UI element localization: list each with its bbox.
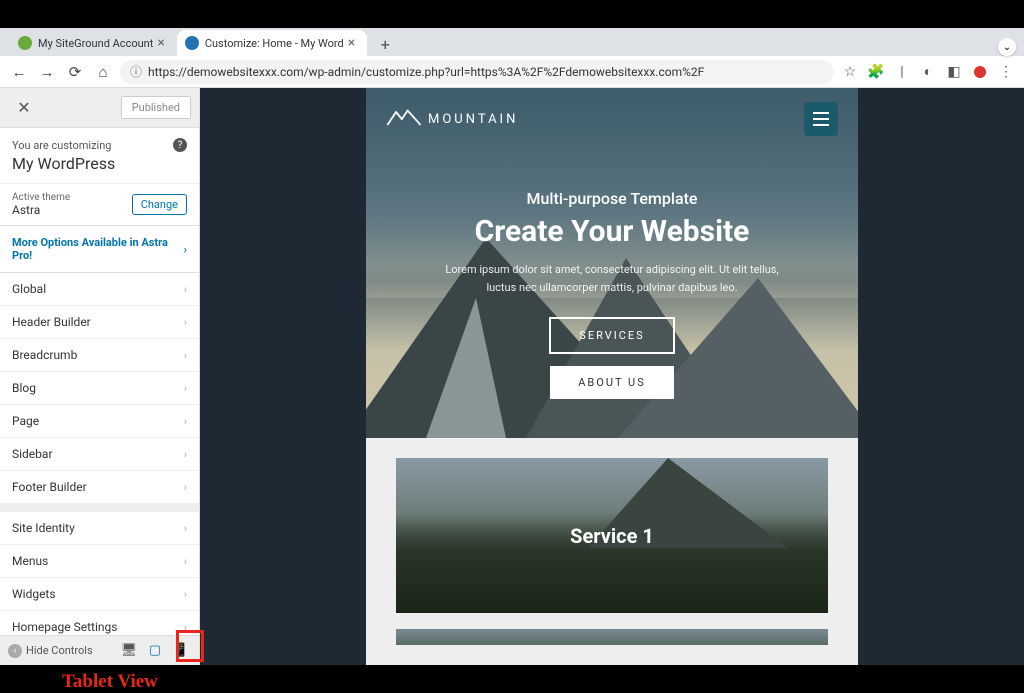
customizer-sidebar: ✕ Published You are customizing ? My Wor…	[0, 88, 200, 665]
chevron-right-icon: ›	[184, 382, 187, 395]
forward-button[interactable]: →	[36, 61, 58, 83]
chevron-right-icon: ›	[184, 555, 187, 568]
publish-button[interactable]: Published	[121, 96, 191, 119]
mountain-logo-icon	[386, 107, 422, 131]
tablet-preview[interactable]: MOUNTAIN Multi-purpose Template Create Y…	[366, 88, 858, 665]
panel-breadcrumb[interactable]: Breadcrumb›	[0, 339, 199, 372]
ext1-icon[interactable]: ◐	[918, 62, 938, 82]
logo-text: MOUNTAIN	[428, 112, 518, 127]
chevron-right-icon: ›	[184, 283, 187, 296]
sidebar-footer: ‹ Hide Controls 🖥 ▢ 📱	[0, 635, 199, 665]
customizing-label: You are customizing	[12, 139, 111, 152]
device-desktop-button[interactable]: 🖥	[119, 641, 139, 661]
hide-controls-button[interactable]: ‹ Hide Controls	[8, 644, 113, 658]
chevron-right-icon: ›	[184, 481, 187, 494]
services-section: Service 1	[366, 438, 858, 665]
customize-info: You are customizing ? My WordPress	[0, 128, 199, 183]
panel-site-identity[interactable]: Site Identity›	[0, 512, 199, 545]
new-tab-button[interactable]: +	[373, 32, 397, 56]
device-mobile-button[interactable]: 📱	[171, 641, 191, 661]
panel-header-builder[interactable]: Header Builder›	[0, 306, 199, 339]
main-content: ✕ Published You are customizing ? My Wor…	[0, 88, 1024, 665]
chevron-right-icon: ›	[184, 415, 187, 428]
panel-page[interactable]: Page›	[0, 405, 199, 438]
extensions-icon[interactable]: 🧩	[866, 62, 886, 82]
help-icon[interactable]: ?	[173, 138, 187, 152]
close-customizer-button[interactable]: ✕	[8, 92, 40, 124]
hero-cta-group: SERVICES ABOUT US	[549, 317, 674, 399]
divider: |	[892, 62, 912, 82]
url-bar: ← → ⟳ ⌂ ⓘ https://demowebsitexxx.com/wp-…	[0, 56, 1024, 88]
panel-footer-builder[interactable]: Footer Builder›	[0, 471, 199, 504]
ext2-icon[interactable]: ◧	[944, 62, 964, 82]
site-info-icon[interactable]: ⓘ	[130, 63, 142, 80]
chevron-right-icon: ›	[184, 448, 187, 461]
panel-homepage-settings[interactable]: Homepage Settings›	[0, 611, 199, 635]
favicon-icon	[18, 36, 32, 50]
hero-content: Multi-purpose Template Create Your Websi…	[366, 150, 858, 438]
chevron-right-icon: ›	[184, 522, 187, 535]
device-tablet-button[interactable]: ▢	[145, 641, 165, 661]
hide-controls-label: Hide Controls	[26, 644, 93, 657]
hero-description: Lorem ipsum dolor sit amet, consectetur …	[442, 261, 782, 296]
preview-area: MOUNTAIN Multi-purpose Template Create Y…	[200, 88, 1024, 665]
panel-blog[interactable]: Blog›	[0, 372, 199, 405]
service-card-2[interactable]	[396, 629, 828, 645]
back-button[interactable]: ←	[8, 61, 30, 83]
sidebar-header: ✕ Published	[0, 88, 199, 128]
active-theme-row: Active theme Astra Change	[0, 183, 199, 225]
url-input[interactable]: ⓘ https://demowebsitexxx.com/wp-admin/cu…	[120, 60, 834, 84]
bookmark-icon[interactable]: ☆	[840, 62, 860, 82]
annotation-label: Tablet View	[62, 671, 158, 693]
hero-section: MOUNTAIN Multi-purpose Template Create Y…	[366, 88, 858, 438]
chevron-right-icon: ›	[184, 243, 187, 256]
change-theme-button[interactable]: Change	[132, 194, 187, 215]
menu-toggle-button[interactable]	[804, 102, 838, 136]
favicon-icon	[185, 36, 199, 50]
reload-button[interactable]: ⟳	[64, 61, 86, 83]
panel-sidebar[interactable]: Sidebar›	[0, 438, 199, 471]
chevron-right-icon: ›	[184, 621, 187, 634]
panel-spacer	[0, 504, 199, 512]
service-card-1[interactable]: Service 1	[396, 458, 828, 613]
window-top-bar	[0, 0, 1024, 28]
url-text: https://demowebsitexxx.com/wp-admin/cust…	[148, 65, 704, 79]
tab-title: Customize: Home - My Word	[205, 37, 344, 50]
close-icon[interactable]: ×	[153, 35, 168, 51]
about-us-button[interactable]: ABOUT US	[550, 366, 673, 399]
home-button[interactable]: ⌂	[92, 61, 114, 83]
active-theme-label: Active theme	[12, 192, 70, 203]
tab-dropdown-button[interactable]: ⌄	[998, 38, 1016, 56]
tab-title: My SiteGround Account	[38, 37, 153, 50]
chevron-right-icon: ›	[184, 588, 187, 601]
site-logo[interactable]: MOUNTAIN	[386, 107, 518, 131]
hero-title: Create Your Website	[475, 214, 750, 249]
tab-customize[interactable]: Customize: Home - My Word ×	[177, 30, 367, 56]
tab-siteground[interactable]: My SiteGround Account ×	[10, 30, 177, 56]
customizer-panels: Global› Header Builder› Breadcrumb› Blog…	[0, 273, 199, 635]
services-button[interactable]: SERVICES	[549, 317, 674, 354]
panel-widgets[interactable]: Widgets›	[0, 578, 199, 611]
site-title: My WordPress	[12, 154, 187, 173]
chevron-right-icon: ›	[184, 349, 187, 362]
service-title: Service 1	[570, 524, 654, 548]
more-options-link[interactable]: More Options Available in Astra Pro! ›	[0, 225, 199, 273]
browser-tab-strip: My SiteGround Account × Customize: Home …	[0, 28, 1024, 56]
chevron-left-icon: ‹	[8, 644, 22, 658]
theme-name: Astra	[12, 203, 70, 217]
hero-subtitle: Multi-purpose Template	[527, 189, 698, 208]
site-header: MOUNTAIN	[366, 88, 858, 150]
panel-global[interactable]: Global›	[0, 273, 199, 306]
panel-menus[interactable]: Menus›	[0, 545, 199, 578]
more-options-label: More Options Available in Astra Pro!	[12, 236, 184, 262]
chevron-right-icon: ›	[184, 316, 187, 329]
profile-icon[interactable]	[970, 62, 990, 82]
menu-icon[interactable]: ⋮	[996, 62, 1016, 82]
close-icon[interactable]: ×	[344, 35, 359, 51]
